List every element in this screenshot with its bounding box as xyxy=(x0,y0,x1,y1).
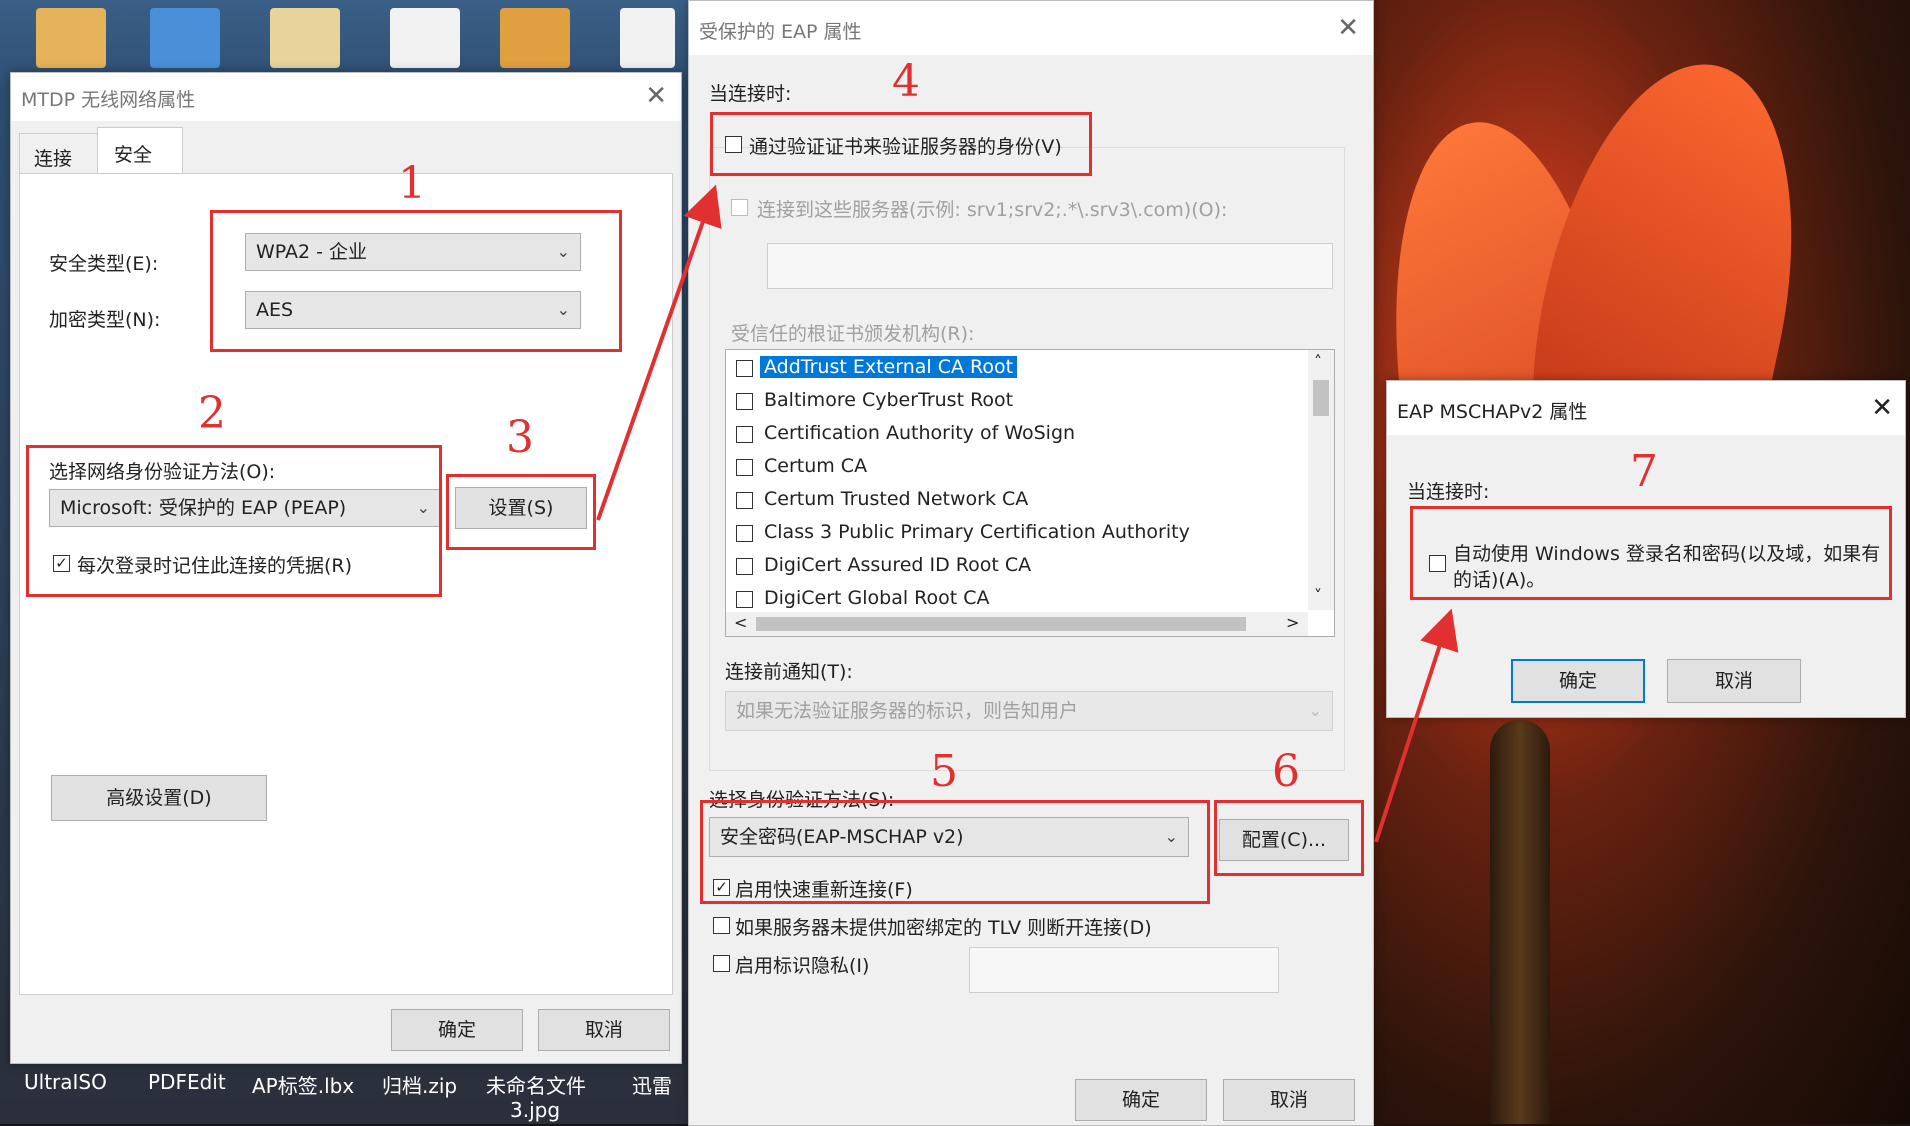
arrow-6-to-7 xyxy=(1374,608,1459,843)
arrow-3-to-4 xyxy=(596,184,722,521)
annotation-arrows xyxy=(596,184,1459,843)
